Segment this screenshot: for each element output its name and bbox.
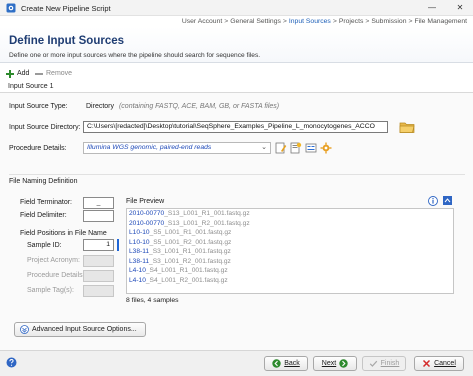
file-preview-list[interactable]: 2010-00770_S13_L001_R1_001.fastq.gz 2010…: [126, 208, 454, 294]
add-source-button[interactable]: Add: [6, 68, 29, 79]
section-divider: [9, 174, 465, 175]
breadcrumb-file-management: File Management: [414, 18, 467, 25]
advanced-options-button[interactable]: Advanced Input Source Options...: [14, 322, 146, 337]
breadcrumb-submission: Submission: [371, 18, 407, 25]
breadcrumb-user-account: User Account: [181, 18, 223, 25]
cancel-button[interactable]: Cancel: [414, 356, 464, 371]
directory-input[interactable]: C:\Users\[redacted]\Desktop\tutorial\Seq…: [83, 121, 388, 133]
procedure-details-pos-label: Procedure Details:: [27, 272, 85, 279]
next-button[interactable]: Next: [313, 356, 357, 371]
list-item: L4-10_S4_L001_R2_001.fastq.gz: [129, 276, 228, 284]
sample-id-label: Sample ID:: [27, 242, 62, 249]
breadcrumb: User Account > General Settings > Input Sour…: [182, 18, 467, 25]
new-procedure-icon[interactable]: [290, 142, 302, 154]
collapse-icon[interactable]: [443, 196, 452, 205]
source-type-label: Input Source Type:: [9, 103, 68, 110]
chevron-down-icon: ⌄: [261, 144, 267, 151]
minus-icon: [35, 72, 43, 75]
expand-options-icon: [20, 325, 29, 334]
add-label: Add: [17, 70, 30, 77]
procedure-label: Procedure Details:: [9, 145, 67, 152]
close-window-button[interactable]: ✕: [448, 0, 472, 16]
source-type-hint: (containing FASTQ, ACE, BAM, GB, or FAST…: [118, 103, 280, 110]
back-arrow-icon: [272, 359, 281, 368]
help-icon[interactable]: [6, 357, 17, 368]
list-item: 2010-00770_S13_L001_R2_001.fastq.gz: [129, 219, 250, 227]
breadcrumb-separator: >: [282, 18, 287, 25]
list-item: L38-11_S3_L001_R1_001.fastq.gz: [129, 248, 231, 255]
folder-icon[interactable]: [398, 120, 416, 134]
finish-label: Finish: [380, 360, 400, 367]
directory-label: Input Source Directory:: [9, 124, 81, 131]
check-icon: [369, 360, 377, 367]
plus-icon: [6, 69, 14, 78]
cancel-label: Cancel: [434, 360, 456, 367]
title-bar: Create New Pipeline Script — ✕: [0, 0, 473, 16]
list-item: 2010-00770_S13_L001_R1_001.fastq.gz: [129, 210, 250, 217]
procedure-select[interactable]: Illumina WGS genomic, paired-end reads ⌄: [83, 142, 271, 154]
breadcrumb-general-settings: General Settings: [230, 18, 281, 25]
source-type-text: Directory: [86, 103, 115, 110]
project-acronym-label: Project Acronym:: [27, 257, 80, 264]
page-subtitle: Define one or more input sources where t…: [9, 52, 261, 59]
field-delimiter-input[interactable]: [83, 210, 114, 222]
field-terminator-label: Field Terminator:: [20, 199, 73, 206]
next-label: Next: [321, 360, 337, 367]
project-acronym-input: [83, 255, 114, 267]
field-delimiter-label: Field Delimiter:: [20, 212, 67, 219]
preview-summary: 8 files, 4 samples: [126, 297, 179, 304]
breadcrumb-separator: >: [408, 18, 413, 25]
back-button[interactable]: Back: [264, 356, 308, 371]
procedure-list-icon[interactable]: [305, 142, 317, 154]
breadcrumb-separator: >: [332, 18, 337, 25]
active-field-marker: [117, 239, 119, 251]
list-item: L38-11_S3_L001_R2_001.fastq.gz: [129, 257, 231, 265]
breadcrumb-input-sources: Input Sources: [288, 18, 331, 25]
file-naming-section-title: File Naming Definition: [9, 178, 78, 185]
source-type-value: Directory (containing FASTQ, ACE, BAM, G…: [86, 103, 279, 110]
procedure-details-pos-input: [83, 270, 114, 282]
minimize-button[interactable]: —: [420, 0, 444, 16]
advanced-options-label: Advanced Input Source Options...: [32, 326, 137, 333]
cancel-icon: [423, 359, 431, 368]
back-label: Back: [284, 360, 300, 367]
pipeline-app-icon: [6, 3, 16, 13]
procedure-value: Illumina WGS genomic, paired-end reads: [87, 144, 212, 151]
field-terminator-input[interactable]: _: [83, 197, 114, 209]
next-arrow-icon: [339, 359, 348, 368]
sample-id-input[interactable]: 1: [83, 239, 114, 251]
sample-tags-label: Sample Tag(s):: [27, 287, 74, 294]
edit-procedure-icon[interactable]: [275, 142, 287, 154]
remove-label: Remove: [46, 70, 73, 77]
finish-button[interactable]: Finish: [362, 356, 406, 371]
sample-tags-input: [83, 285, 114, 297]
breadcrumb-separator: >: [365, 18, 370, 25]
list-item: L10-10_S5_L001_R1_001.fastq.gz: [129, 229, 232, 236]
list-item: L10-10_S5_L001_R2_001.fastq.gz: [129, 238, 232, 246]
page-title: Define Input Sources: [9, 35, 125, 47]
remove-source-button[interactable]: Remove: [35, 68, 72, 79]
file-preview-title: File Preview: [126, 198, 165, 205]
window-title: Create New Pipeline Script: [21, 4, 111, 13]
breadcrumb-separator: >: [224, 18, 229, 25]
procedure-settings-icon[interactable]: [320, 142, 332, 154]
list-item: L4-10_S4_L001_R1_001.fastq.gz: [129, 267, 228, 274]
field-positions-label: Field Positions in File Name: [20, 230, 107, 237]
breadcrumb-projects: Projects: [338, 18, 364, 25]
toolbar: Add Remove: [0, 66, 473, 81]
info-icon[interactable]: [428, 196, 438, 206]
